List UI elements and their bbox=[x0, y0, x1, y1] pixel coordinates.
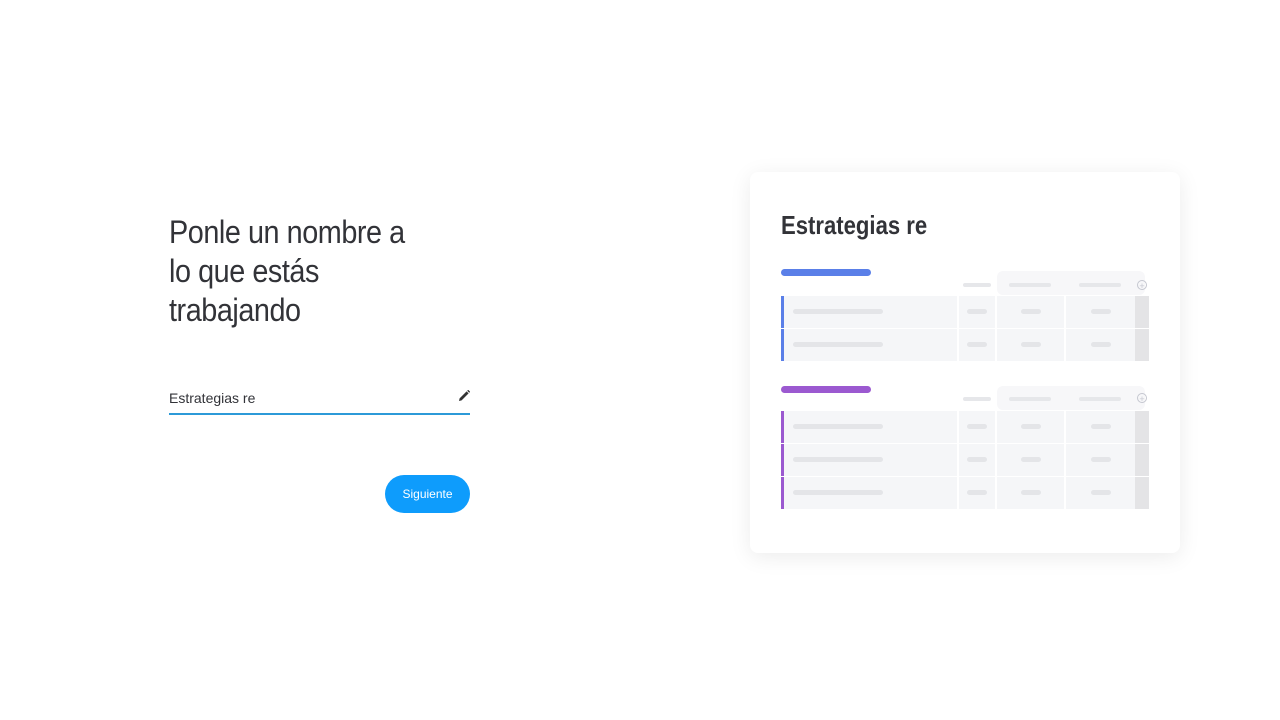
plus-circle-icon: + bbox=[1137, 280, 1147, 291]
page-heading: Ponle un nombre a lo que estás trabajand… bbox=[169, 213, 439, 330]
board-name-field bbox=[169, 385, 470, 415]
heading-line-1: Ponle un nombre a bbox=[169, 214, 405, 250]
board-preview-title: Estrategias re bbox=[781, 210, 928, 240]
column-header-placeholder bbox=[963, 283, 991, 287]
heading-line-2: lo que estás bbox=[169, 253, 319, 289]
group-color-bar bbox=[781, 386, 871, 393]
pencil-icon[interactable] bbox=[458, 390, 470, 402]
board-name-input[interactable] bbox=[169, 385, 439, 411]
plus-circle-icon: + bbox=[1137, 393, 1147, 404]
preview-row bbox=[781, 329, 1149, 362]
column-header-placeholder bbox=[1009, 283, 1051, 287]
preview-row bbox=[781, 477, 1149, 510]
column-header-placeholder bbox=[1009, 397, 1051, 401]
group-color-bar bbox=[781, 269, 871, 276]
preview-row bbox=[781, 444, 1149, 477]
column-header-placeholder bbox=[963, 397, 991, 401]
column-header-placeholder bbox=[1079, 397, 1121, 401]
next-button[interactable]: Siguiente bbox=[385, 475, 470, 513]
preview-row bbox=[781, 411, 1149, 444]
preview-row bbox=[781, 296, 1149, 329]
board-preview-card: Estrategias re + + bbox=[750, 172, 1180, 553]
column-header-placeholder bbox=[1079, 283, 1121, 287]
heading-line-3: trabajando bbox=[169, 292, 301, 328]
onboarding-panel: Ponle un nombre a lo que estás trabajand… bbox=[169, 213, 471, 513]
